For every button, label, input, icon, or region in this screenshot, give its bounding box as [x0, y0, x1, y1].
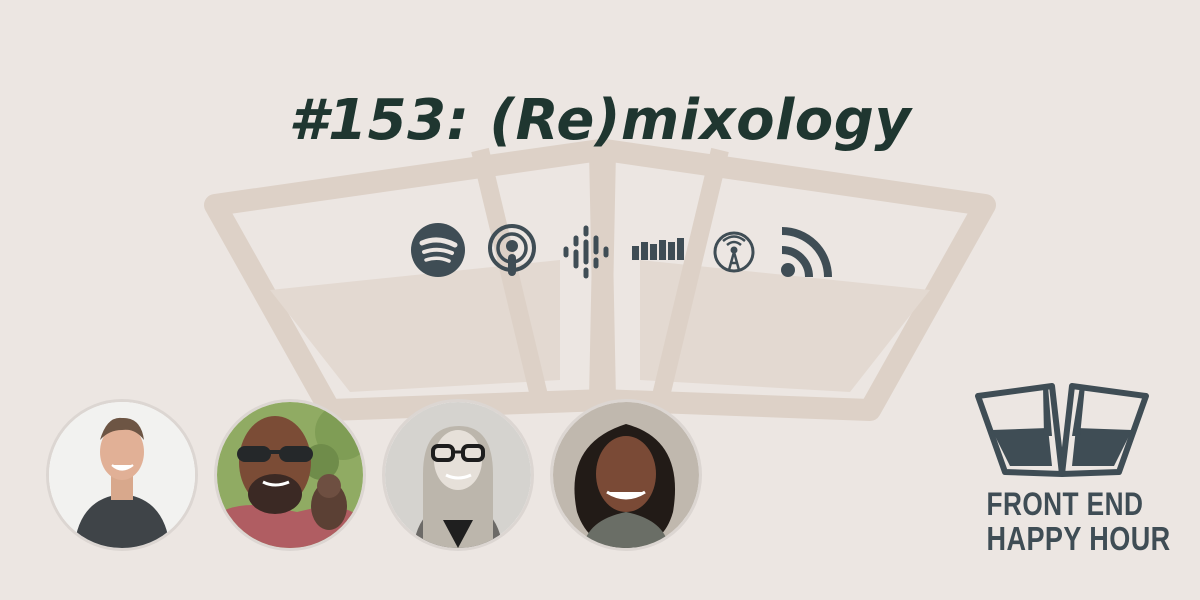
- brand-line-2: HAPPY HOUR: [986, 520, 1171, 557]
- google-podcasts-icon[interactable]: [554, 220, 618, 284]
- apple-podcasts-icon[interactable]: [480, 220, 544, 284]
- overcast-icon[interactable]: [702, 220, 766, 284]
- host-avatar-3: [382, 399, 534, 551]
- host-photo-4: [553, 402, 699, 548]
- castbox-icon[interactable]: [628, 220, 692, 284]
- brand-line-1: FRONT END: [986, 486, 1144, 522]
- host-photo-1: [49, 402, 195, 548]
- host-photo-3: [385, 402, 531, 548]
- platform-links: [400, 220, 840, 284]
- episode-title: #153: (Re)mixology: [288, 88, 912, 153]
- host-avatar-4: [550, 399, 702, 551]
- rss-icon[interactable]: [776, 220, 840, 284]
- host-photo-2: [217, 402, 363, 548]
- host-avatar-1: [46, 399, 198, 551]
- spotify-icon[interactable]: [406, 220, 470, 284]
- host-avatar-2: [214, 399, 366, 551]
